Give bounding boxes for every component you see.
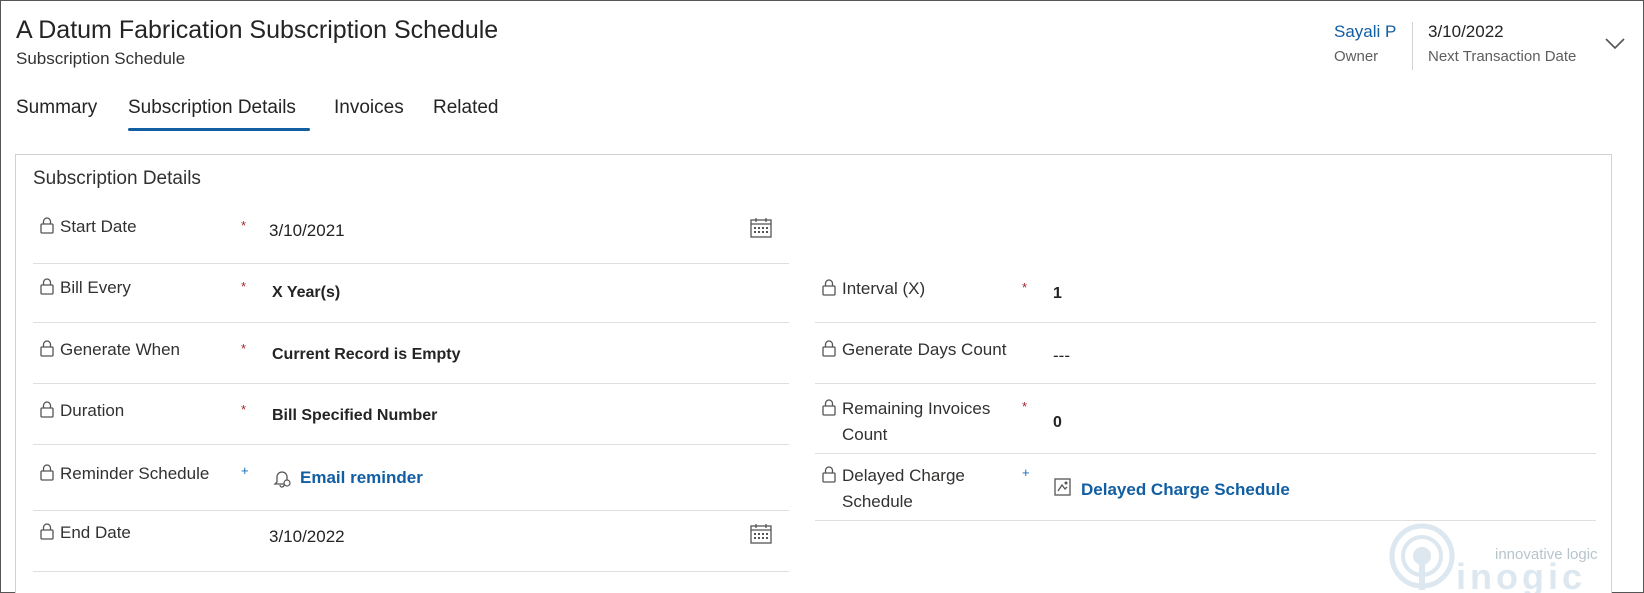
lock-icon [822, 340, 836, 357]
lock-icon [40, 401, 54, 418]
interval-input[interactable]: 1 [1053, 285, 1062, 303]
reminder-schedule-label: Reminder Schedule [60, 464, 210, 483]
lock-icon [822, 279, 836, 296]
required-indicator: * [1022, 280, 1028, 295]
logo-wordmark: inogic [1456, 556, 1586, 593]
remaining-invoices-count-label: Remaining Invoices [842, 399, 991, 418]
next-transaction-date-label: Next Transaction Date [1428, 48, 1577, 65]
generate-days-count-label: Generate Days Count [842, 340, 1007, 359]
recommended-indicator: + [1022, 465, 1030, 480]
field-bill-every [33, 265, 789, 323]
tab-related[interactable]: Related [433, 97, 499, 119]
remaining-invoices-count-label-2: Count [842, 425, 888, 444]
page-title: A Datum Fabrication Subscription Schedul… [16, 16, 499, 44]
required-indicator: * [241, 279, 247, 294]
reminder-schedule-link[interactable]: Email reminder [300, 468, 423, 488]
delayed-charge-schedule-label: Delayed Charge [842, 466, 965, 485]
calendar-icon[interactable] [750, 218, 772, 238]
tab-invoices[interactable]: Invoices [334, 97, 404, 119]
required-indicator: * [241, 218, 247, 233]
lock-icon [822, 399, 836, 416]
lock-icon [40, 464, 54, 481]
lock-icon [40, 523, 54, 540]
lock-icon [40, 278, 54, 295]
field-end-date [33, 511, 789, 572]
tab-subscription-details[interactable]: Subscription Details [128, 97, 296, 119]
duration-select[interactable]: Bill Specified Number [272, 407, 437, 425]
interval-label: Interval (X) [842, 279, 926, 298]
next-transaction-date-value: 3/10/2022 [1428, 22, 1504, 41]
end-date-input[interactable]: 3/10/2022 [269, 527, 345, 547]
lock-icon [822, 466, 836, 483]
lock-icon [40, 340, 54, 357]
header-owner: Sayali P Owner [1334, 22, 1396, 65]
start-date-label: Start Date [60, 217, 137, 236]
remaining-invoices-count-input[interactable]: 0 [1053, 414, 1062, 432]
duration-label: Duration [60, 401, 125, 420]
bill-every-label: Bill Every [60, 278, 131, 297]
required-indicator: * [241, 341, 247, 356]
generate-when-label: Generate When [60, 340, 181, 359]
lock-icon [40, 217, 54, 234]
tab-summary[interactable]: Summary [16, 97, 97, 119]
field-interval [815, 265, 1596, 323]
chevron-down-icon[interactable] [1604, 36, 1626, 52]
generate-days-count-input[interactable]: --- [1053, 346, 1070, 366]
owner-link[interactable]: Sayali P [1334, 22, 1396, 42]
section-title: Subscription Details [33, 168, 201, 189]
required-indicator: * [1022, 399, 1028, 414]
end-date-label: End Date [60, 523, 131, 542]
header-divider [1412, 22, 1413, 70]
calendar-icon[interactable] [750, 524, 772, 544]
reminder-bell-icon [273, 471, 291, 488]
header-next-transaction: 3/10/2022 Next Transaction Date [1428, 22, 1576, 65]
owner-label: Owner [1334, 48, 1379, 65]
delayed-charge-schedule-link[interactable]: Delayed Charge Schedule [1081, 480, 1290, 500]
generate-when-select[interactable]: Current Record is Empty [272, 346, 460, 364]
delayed-charge-schedule-label-2: Schedule [842, 492, 913, 511]
field-start-date [33, 206, 789, 264]
active-tab-indicator [128, 128, 310, 131]
recommended-indicator: + [241, 463, 249, 478]
required-indicator: * [241, 402, 247, 417]
page-subtitle: Subscription Schedule [16, 49, 186, 68]
record-icon [1054, 478, 1071, 496]
start-date-input[interactable]: 3/10/2021 [269, 221, 345, 241]
bill-every-select[interactable]: X Year(s) [272, 284, 340, 302]
